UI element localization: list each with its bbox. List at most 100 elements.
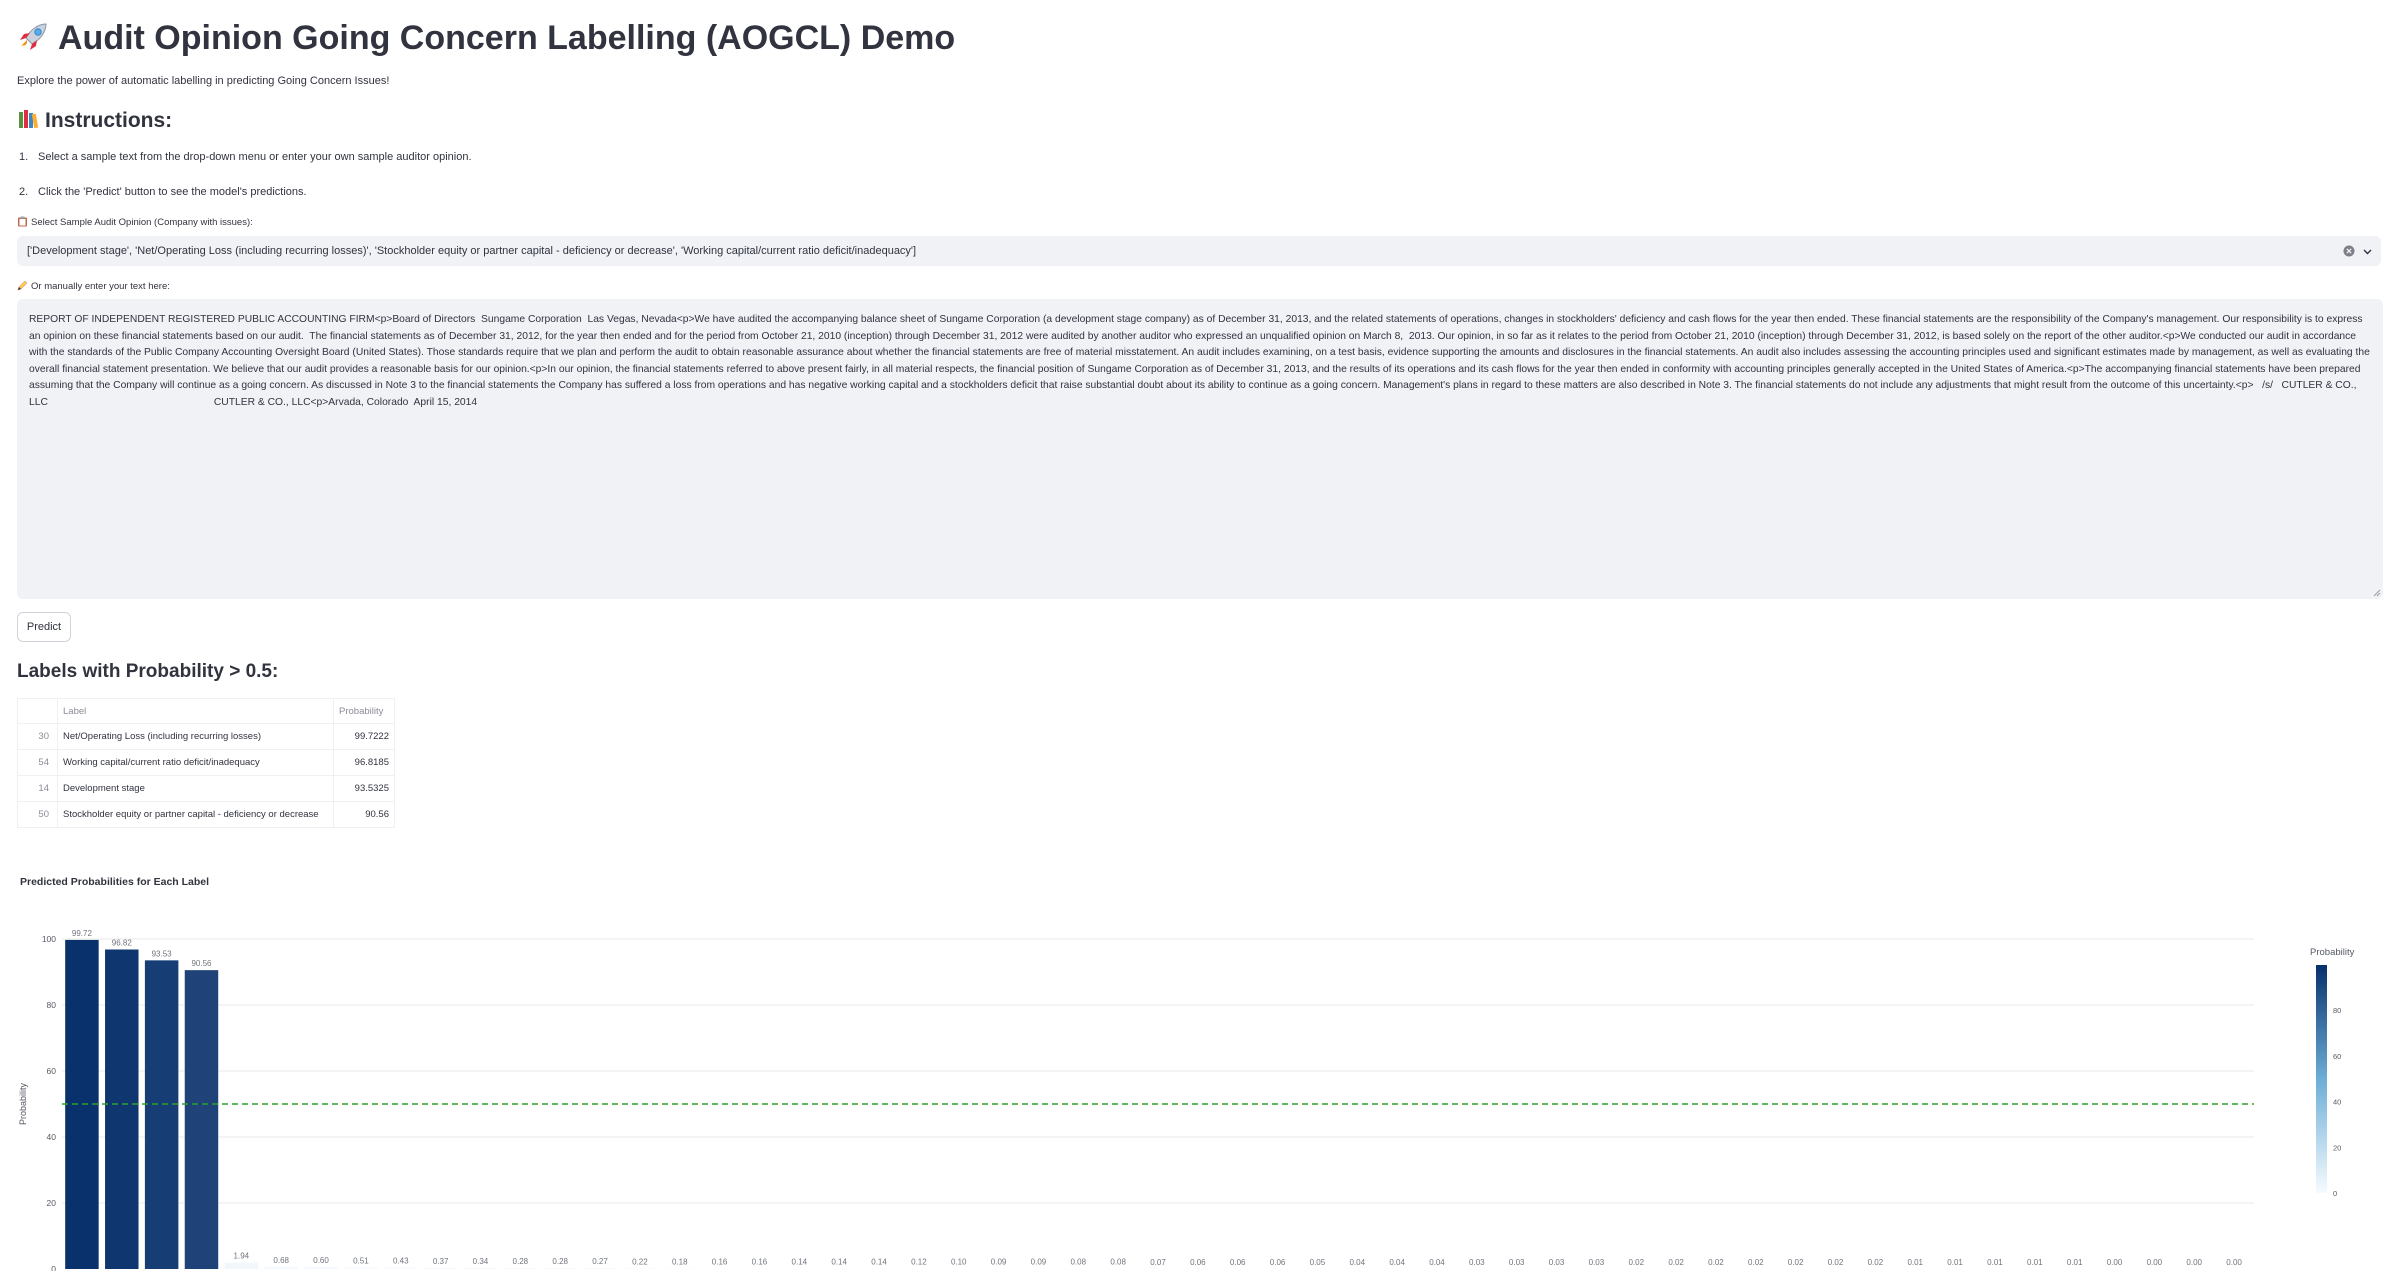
resize-handle-icon[interactable] (2371, 587, 2381, 597)
bar-value-label: 0.06 (1230, 1258, 1246, 1267)
bar-value-label: 90.56 (191, 959, 212, 968)
bar-value-label: 0.43 (393, 1257, 409, 1266)
bar (583, 1268, 617, 1269)
row-index: 50 (17, 801, 58, 828)
legend-tick-label: 20 (2333, 1143, 2341, 1152)
bar-value-label: 0.14 (871, 1258, 887, 1267)
bar-value-label: 0.14 (792, 1258, 808, 1267)
row-label: Stockholder equity or partner capital - … (57, 801, 334, 828)
results-table: Label Probability 30 Net/Operating Loss … (17, 698, 395, 828)
bar-value-label: 1.94 (234, 1252, 250, 1261)
bar (184, 970, 219, 1269)
bar-value-label: 0.00 (2226, 1258, 2242, 1267)
bar-value-label: 0.02 (1828, 1258, 1844, 1267)
step-number: 2. (19, 186, 29, 198)
bar (144, 960, 179, 1269)
bar (264, 1266, 298, 1269)
legend-tick-label: 40 (2333, 1098, 2341, 1107)
bar-value-label: 0.07 (1150, 1258, 1166, 1267)
bar-value-label: 0.05 (1310, 1258, 1326, 1267)
legend-color-scale (2316, 965, 2327, 1193)
manual-input-label-text: Or manually enter your text here: (31, 281, 170, 292)
bar-value-label: 0.04 (1349, 1258, 1365, 1267)
bar-value-label: 0.14 (831, 1258, 847, 1267)
bar (742, 1268, 777, 1269)
bar-value-label: 99.72 (72, 929, 93, 938)
instruction-step: 1. Select a sample text from the drop-dow… (19, 151, 472, 163)
bar (384, 1267, 418, 1269)
pencil-icon (17, 280, 28, 291)
bar-value-label: 0.18 (672, 1257, 688, 1266)
bar (543, 1268, 577, 1269)
page-title: Audit Opinion Going Concern Labelling (A… (16, 18, 955, 58)
bar-value-label: 0.02 (1788, 1258, 1804, 1267)
books-icon (19, 110, 39, 129)
bar-value-label: 0.22 (632, 1257, 648, 1266)
column-header-index[interactable] (17, 698, 58, 724)
bar-value-label: 0.01 (2027, 1258, 2043, 1267)
table-row[interactable]: 54 Working capital/current ratio deficit… (17, 749, 395, 776)
bar-value-label: 0.12 (911, 1258, 927, 1267)
bar-value-label: 0.01 (1907, 1258, 1923, 1267)
column-header-label[interactable]: Label (57, 698, 334, 724)
row-index: 54 (17, 749, 58, 776)
bar-value-label: 0.51 (353, 1256, 369, 1265)
row-index: 30 (17, 723, 58, 750)
bar-value-label: 0.01 (2067, 1258, 2083, 1267)
predict-button[interactable]: Predict (17, 612, 71, 642)
step-text: Click the 'Predict' button to see the mo… (38, 186, 307, 198)
table-row[interactable]: 14 Development stage 93.5325 (17, 775, 395, 802)
bar-value-label: 0.06 (1270, 1258, 1286, 1267)
instruction-step: 2. Click the 'Predict' button to see the … (19, 186, 307, 198)
manual-input-label: Or manually enter your text here: (17, 280, 170, 292)
bar (224, 1262, 259, 1269)
bar-value-label: 0.16 (752, 1257, 768, 1266)
table-row[interactable]: 50 Stockholder equity or partner capital… (17, 801, 395, 828)
bar-value-label: 93.53 (152, 949, 173, 958)
y-tick-label: 80 (47, 1000, 57, 1010)
clear-icon[interactable] (2343, 245, 2355, 257)
bar-value-label: 0.09 (1031, 1258, 1047, 1267)
row-probability: 93.5325 (333, 775, 395, 802)
bar (105, 949, 139, 1269)
bar-value-label: 0.03 (1509, 1258, 1525, 1267)
bar-value-label: 0.03 (1549, 1258, 1565, 1267)
chevron-down-icon[interactable] (2362, 246, 2373, 257)
bar-value-label: 96.82 (112, 938, 133, 947)
page-title-text: Audit Opinion Going Concern Labelling (A… (58, 19, 956, 57)
bar-value-label: 0.04 (1389, 1258, 1405, 1267)
row-label: Working capital/current ratio deficit/in… (57, 749, 334, 776)
bar-value-label: 0.34 (473, 1257, 489, 1266)
y-tick-label: 20 (47, 1198, 57, 1208)
instructions-heading-text: Instructions: (45, 109, 173, 132)
legend-title: Probability (2310, 947, 2355, 958)
bar-value-label: 0.10 (951, 1258, 967, 1267)
table-row[interactable]: 30 Net/Operating Loss (including recurri… (17, 723, 395, 750)
bar-value-label: 0.02 (1868, 1258, 1884, 1267)
legend-tick-label: 80 (2333, 1006, 2341, 1015)
bar-value-label: 0.03 (1469, 1258, 1485, 1267)
bar-value-label: 0.02 (1668, 1258, 1684, 1267)
bar (463, 1267, 498, 1269)
bar (304, 1267, 338, 1269)
bar-value-label: 0.08 (1071, 1258, 1087, 1267)
legend-tick-label: 60 (2333, 1052, 2341, 1061)
bar-value-label: 0.03 (1589, 1258, 1605, 1267)
y-tick-label: 100 (42, 934, 56, 944)
rocket-icon (20, 23, 47, 50)
row-probability: 99.7222 (333, 723, 395, 750)
bar-value-label: 0.00 (2107, 1258, 2123, 1267)
column-header-probability[interactable]: Probability (333, 698, 395, 724)
opinion-textarea[interactable]: REPORT OF INDEPENDENT REGISTERED PUBLIC … (17, 299, 2383, 599)
select-value: ['Development stage', 'Net/Operating Los… (27, 245, 917, 257)
bar-value-label: 0.08 (1110, 1258, 1126, 1267)
bar (623, 1268, 657, 1269)
row-probability: 96.8185 (333, 749, 395, 776)
select-label-text: Select Sample Audit Opinion (Company wit… (31, 217, 253, 228)
step-number: 1. (19, 151, 29, 163)
bar (663, 1268, 697, 1269)
instructions-heading: Instructions: (17, 108, 172, 133)
sample-opinion-select[interactable]: ['Development stage', 'Net/Operating Los… (17, 236, 2381, 266)
bar-value-label: 0.06 (1190, 1258, 1206, 1267)
bar-value-label: 0.28 (513, 1257, 529, 1266)
